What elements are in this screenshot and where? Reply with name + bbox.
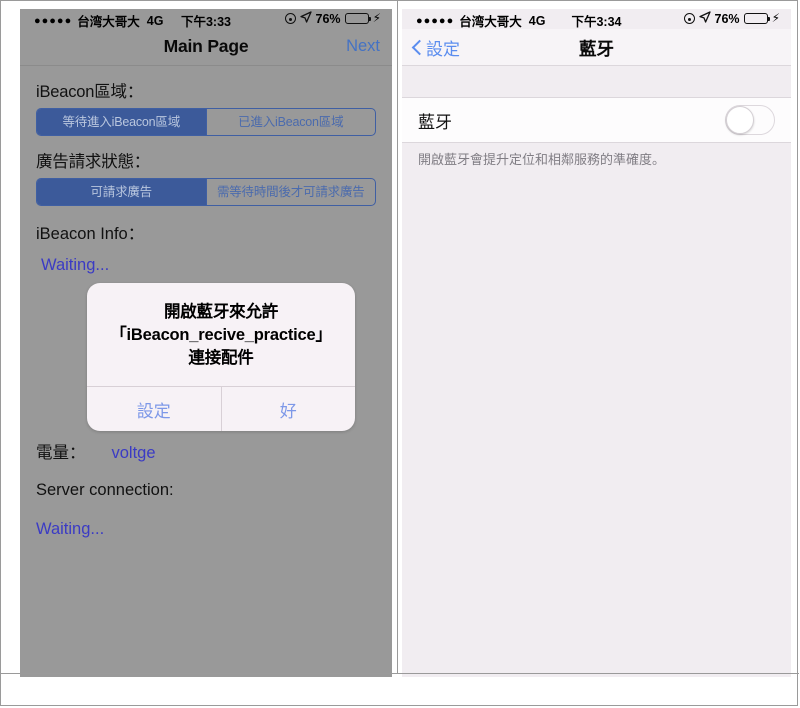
server-connection-value: Waiting... — [36, 520, 105, 538]
battery-percent-label: 76% — [315, 11, 341, 26]
battery-value: voltge — [111, 444, 156, 462]
battery-row: 電量： voltge — [36, 439, 376, 463]
status-bar-right-group-right: 76% ⚡ — [683, 11, 780, 26]
right-nav-bar: 設定 藍牙 — [402, 29, 791, 66]
alarm-icon — [683, 13, 695, 24]
ibeacon-info-label: iBeacon Info： — [36, 225, 145, 243]
battery-icon — [344, 13, 372, 24]
left-nav-bar: Main Page Next — [20, 29, 392, 66]
alert-message-line-2: 「iBeacon_recive_practice」 — [110, 326, 332, 344]
left-status-bar: ●●●●● 台湾大哥大 4G 下午3:33 76% ⚡ — [20, 9, 392, 29]
bluetooth-toggle[interactable] — [725, 105, 775, 135]
page-title: 藍牙 — [579, 39, 614, 59]
page-title: Main Page — [163, 36, 249, 56]
screenshot-frame: ●●●●● 台湾大哥大 4G 下午3:33 76% ⚡ Main Page Ne… — [0, 0, 799, 707]
ibeacon-region-segmented-control[interactable]: 等待進入iBeacon區域 已進入iBeacon區域 — [36, 108, 376, 136]
location-arrow-icon — [299, 11, 312, 26]
bluetooth-row-label: 藍牙 — [418, 112, 452, 132]
panes: ●●●●● 台湾大哥大 4G 下午3:33 76% ⚡ Main Page Ne… — [1, 1, 799, 707]
alert-ok-button[interactable]: 好 — [220, 387, 356, 431]
bluetooth-permission-alert: 開啟藍牙來允許 「iBeacon_recive_practice」 連接配件 設… — [87, 283, 355, 431]
alert-actions: 設定 好 — [87, 387, 355, 431]
bluetooth-row[interactable]: 藍牙 — [402, 98, 791, 143]
toggle-knob — [726, 106, 754, 134]
left-phone-screen: ●●●●● 台湾大哥大 4G 下午3:33 76% ⚡ Main Page Ne… — [20, 9, 392, 677]
ad-request-state-label: 廣告請求狀態： — [36, 153, 151, 171]
bluetooth-footnote: 開啟藍牙會提升定位和相鄰服務的準確度。 — [418, 152, 666, 167]
segment-waiting-enter-region[interactable]: 等待進入iBeacon區域 — [37, 109, 206, 135]
alert-message-line-1: 開啟藍牙來允許 — [163, 303, 279, 321]
alert-settings-button[interactable]: 設定 — [87, 387, 221, 431]
next-button[interactable]: Next — [346, 37, 380, 56]
alert-message-line-3: 連接配件 — [188, 349, 254, 367]
segment-wait-before-request-ad[interactable]: 需等待時間後才可請求廣告 — [205, 179, 376, 205]
server-connection-label: Server connection: — [36, 481, 174, 499]
lightning-bolt-icon: ⚡ — [771, 11, 780, 25]
lightning-bolt-icon: ⚡ — [372, 11, 381, 25]
settings-group-gap — [402, 66, 791, 98]
status-bar-right-group: 76% ⚡ — [284, 11, 381, 26]
right-phone-screen: ●●●●● 台湾大哥大 4G 下午3:34 76% ⚡ 設定 藍牙 藍牙 開啟藍… — [402, 9, 791, 677]
segment-entered-region[interactable]: 已進入iBeacon區域 — [205, 109, 376, 135]
alert-message: 開啟藍牙來允許 「iBeacon_recive_practice」 連接配件 — [87, 283, 355, 386]
panel-divider-vertical — [397, 1, 398, 673]
location-arrow-icon — [698, 11, 711, 26]
panel-divider-horizontal — [1, 673, 799, 674]
segment-can-request-ad[interactable]: 可請求廣告 — [37, 179, 206, 205]
battery-label: 電量： — [36, 444, 86, 462]
ibeacon-info-value: Waiting... — [41, 256, 110, 274]
ad-request-segmented-control[interactable]: 可請求廣告 需等待時間後才可請求廣告 — [36, 178, 376, 206]
battery-percent-label: 76% — [714, 11, 740, 26]
alarm-icon — [284, 13, 296, 24]
ibeacon-region-label: iBeacon區域： — [36, 83, 144, 101]
battery-icon — [743, 13, 771, 24]
right-status-bar: ●●●●● 台湾大哥大 4G 下午3:34 76% ⚡ — [402, 9, 791, 29]
